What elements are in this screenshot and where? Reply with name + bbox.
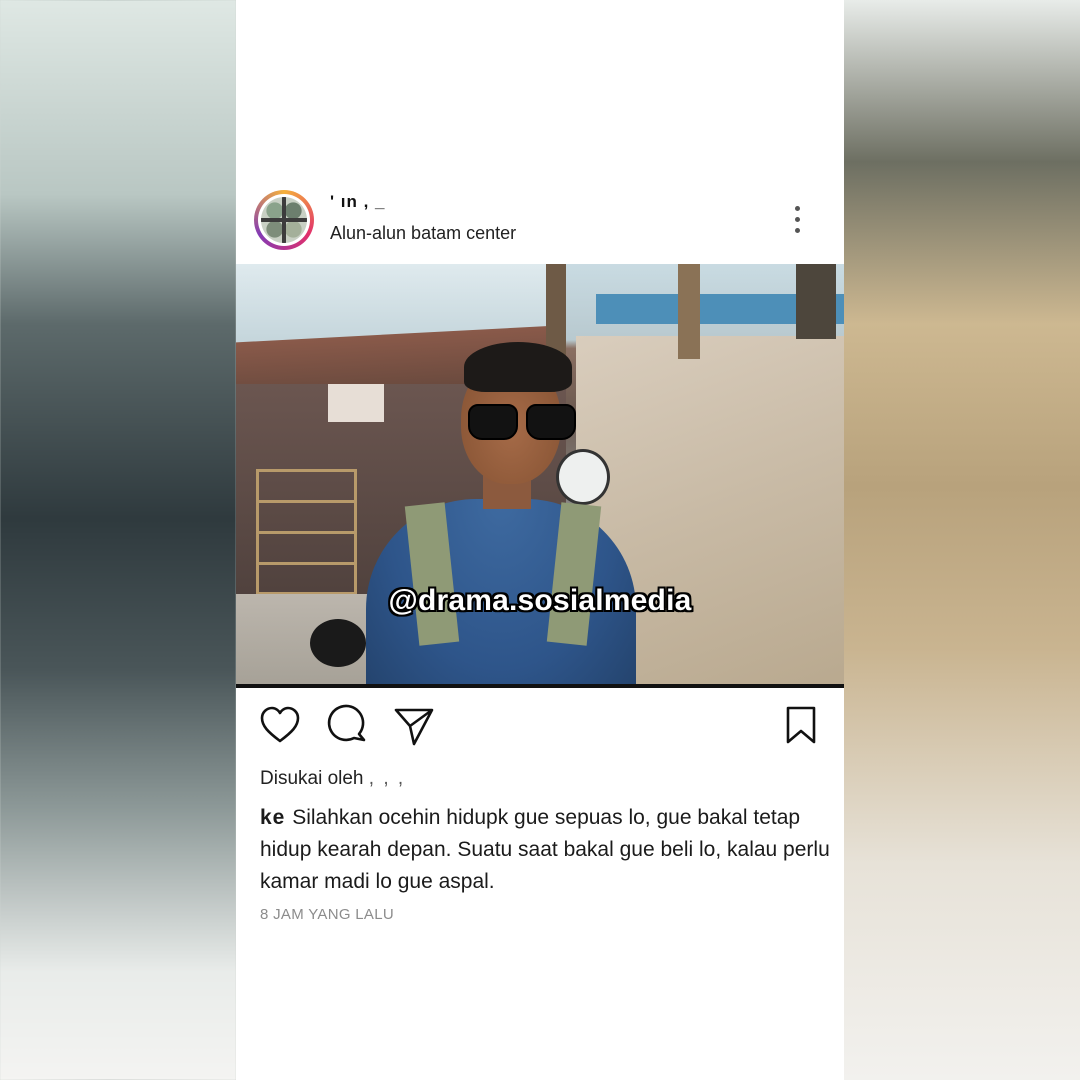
post-header: ' ın , _ Alun-alun batam center (236, 188, 844, 252)
send-icon[interactable] (392, 704, 436, 748)
caption-username[interactable]: ke (260, 806, 292, 829)
likes-line: Disukai oleh , , , (260, 768, 405, 790)
caption-text: Silahkan ocehin hidupk gue sepuas lo, gu… (260, 806, 830, 893)
blurred-background-right (844, 0, 1080, 1080)
avatar-image (261, 197, 307, 243)
comment-icon[interactable] (326, 704, 370, 748)
post-photo[interactable]: @drama.sosialmedia (236, 264, 844, 686)
heart-icon[interactable] (258, 704, 302, 748)
avatar[interactable] (254, 190, 314, 250)
action-bar (236, 704, 844, 752)
sunglasses (468, 404, 578, 440)
bookmark-icon[interactable] (780, 704, 824, 748)
post-card: ' ın , _ Alun-alun batam center @drama.s… (236, 0, 844, 1080)
location-label[interactable]: Alun-alun batam center (330, 223, 516, 244)
post-timestamp: 8 JAM YANG LALU (260, 906, 394, 923)
watermark-text: @drama.sosialmedia (388, 584, 692, 617)
username[interactable]: ' ın , _ (330, 192, 386, 212)
blurred-background-left (0, 0, 236, 1080)
more-vertical-icon[interactable] (792, 206, 802, 236)
liked-by-names[interactable]: , , , (369, 768, 405, 789)
photo-divider (236, 684, 844, 688)
liked-by-label: Disukai oleh (260, 768, 364, 789)
caption: ke Silahkan ocehin hidupk gue sepuas lo,… (260, 802, 830, 898)
